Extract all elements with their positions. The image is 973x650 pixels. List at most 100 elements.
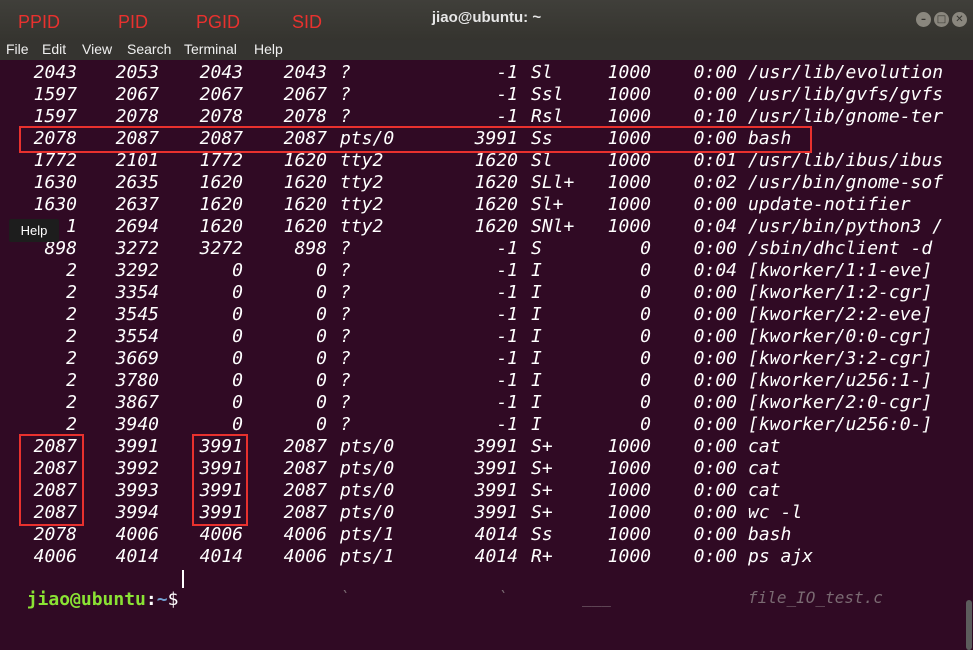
cell-uid: 1000 [607, 84, 651, 105]
cell-ppid: 1630 [33, 172, 77, 193]
cell-time: 0:00 [693, 436, 737, 457]
cell-uid: 1000 [607, 458, 651, 479]
cell-tpgid: -1 [496, 326, 518, 347]
menu-view[interactable]: View [82, 41, 112, 57]
cell-tpgid: 3991 [474, 436, 518, 457]
cell-pgid: 1772 [199, 150, 243, 171]
cell-ppid: 2 [66, 414, 77, 435]
cell-tty: tty2 [340, 150, 384, 171]
cell-pgid: 2043 [199, 62, 243, 83]
cell-sid: 2087 [283, 480, 327, 501]
maximize-icon[interactable]: □ [934, 12, 949, 27]
cell-time: 0:00 [693, 304, 737, 325]
cell-ppid: 2078 [33, 524, 77, 545]
cell-uid: 1000 [607, 502, 651, 523]
cell-ppid: 2 [66, 392, 77, 413]
cell-stat: R+ [531, 546, 553, 567]
process-row: 1597 2078 2078 2078? -1 Rsl 1000 0:10/usr/lib/g… [0, 105, 965, 127]
cell-tpgid: -1 [496, 260, 518, 281]
process-row: 2 3940 0 0? -1 I 0 0:00 [kworker/u256:0-] [0, 413, 965, 435]
cell-stat: I [531, 370, 542, 391]
cell-sid: 0 [316, 414, 327, 435]
cell-time: 0:00 [693, 502, 737, 523]
cell-pid: 3292 [115, 260, 159, 281]
cell-tty: ? [340, 106, 351, 127]
cell-ppid: 1597 [33, 84, 77, 105]
cell-cmd: wc -l [748, 502, 803, 523]
cell-tpgid: 3991 [474, 502, 518, 523]
cell-time: 0:00 [693, 414, 737, 435]
cell-pid: 2101 [115, 150, 159, 171]
process-row: 2 3669 0 0? -1 I 0 0:00 [kworker/3:2-cgr] [0, 347, 965, 369]
minimize-icon[interactable]: – [916, 12, 931, 27]
cell-cmd: cat [748, 436, 781, 457]
process-row: 1630 2635 1620 1620 tty2 1620 SLl+ 1000 0:02/usr… [0, 171, 965, 193]
process-row: 2 3554 0 0? -1 I 0 0:00 [kworker/0:0-cgr] [0, 325, 965, 347]
cell-uid: 0 [640, 370, 651, 391]
process-row: 2087 3993 3991 2087 pts/0 3991 S+ 1000 0:00 cat [0, 479, 965, 501]
cell-uid: 1000 [607, 194, 651, 215]
cell-stat: I [531, 304, 542, 325]
cell-time: 0:00 [693, 194, 737, 215]
cell-cmd: cat [748, 480, 781, 501]
process-row: 1630 2637 1620 1620 tty2 1620 Sl+ 1000 0:00 updat… [0, 193, 965, 215]
cell-pid: 4014 [115, 546, 159, 567]
cell-cmd: [kworker/1:2-cgr] [748, 282, 933, 303]
cell-sid: 0 [316, 304, 327, 325]
cell-ppid: 1772 [33, 150, 77, 171]
cell-tty: tty2 [340, 194, 384, 215]
cell-tty: ? [340, 414, 351, 435]
title-bar[interactable]: PPID PID PGID SID jiao@ubuntu: ~ – □ ✕ [0, 0, 973, 40]
prompt-symbol: $ [167, 589, 179, 610]
process-row: 2087 3992 3991 2087 pts/0 3991 S+ 1000 0:00 cat [0, 457, 965, 479]
cell-tty: ? [340, 326, 351, 347]
cell-pid: 3994 [115, 502, 159, 523]
process-row: 2 3780 0 0? -1 I 0 0:00 [kworker/u256:1-] [0, 369, 965, 391]
shell-prompt[interactable]: jiao@ubuntu:~$ [5, 568, 179, 610]
cell-ppid: 2 [66, 260, 77, 281]
cell-ppid: 2 [66, 326, 77, 347]
prompt-separator: : [145, 589, 157, 610]
highlight-pgid-column [192, 434, 248, 526]
scrollbar[interactable] [965, 60, 973, 650]
menu-file[interactable]: File [6, 41, 29, 57]
scrollbar-thumb[interactable] [966, 600, 972, 650]
cell-sid: 0 [316, 370, 327, 391]
cell-cmd: update-notifier [748, 194, 911, 215]
cell-uid: 1000 [607, 216, 651, 237]
close-icon[interactable]: ✕ [952, 12, 967, 27]
process-row: 1597 2067 2067 2067? -1 Ssl 1000 0:00/usr/lib/g… [0, 83, 965, 105]
cell-stat: SLl+ [531, 172, 575, 193]
cell-pgid: 2078 [199, 106, 243, 127]
cell-uid: 0 [640, 326, 651, 347]
cell-pid: 3554 [115, 326, 159, 347]
cell-sid: 1620 [283, 172, 327, 193]
cell-pid: 2078 [115, 106, 159, 127]
cell-time: 0:00 [693, 62, 737, 83]
cell-stat: Sl+ [531, 194, 564, 215]
cell-tpgid: -1 [496, 348, 518, 369]
menu-terminal[interactable]: Terminal [184, 41, 237, 57]
cell-sid: 4006 [283, 546, 327, 567]
menu-edit[interactable]: Edit [42, 41, 66, 57]
cell-pgid: 0 [232, 370, 243, 391]
cell-time: 0:10 [693, 106, 737, 127]
cell-cmd: /usr/lib/gnome-ter [748, 106, 944, 127]
cell-cmd: /usr/bin/gnome-sof [748, 172, 944, 193]
cell-pid: 3669 [115, 348, 159, 369]
cell-uid: 0 [640, 414, 651, 435]
window-title: jiao@ubuntu: ~ [431, 9, 542, 26]
cell-cmd: [kworker/2:0-cgr] [748, 392, 933, 413]
cell-pid: 3354 [115, 282, 159, 303]
cell-uid: 1000 [607, 106, 651, 127]
cell-time: 0:00 [693, 392, 737, 413]
cell-uid: 1000 [607, 150, 651, 171]
menu-help[interactable]: Help [254, 41, 283, 57]
cell-pid: 3780 [115, 370, 159, 391]
cell-stat: SNl+ [531, 216, 575, 237]
cell-time: 0:00 [693, 524, 737, 545]
cell-time: 0:00 [693, 370, 737, 391]
cell-time: 0:00 [693, 282, 737, 303]
cell-time: 0:04 [693, 260, 737, 281]
menu-search[interactable]: Search [127, 41, 171, 57]
